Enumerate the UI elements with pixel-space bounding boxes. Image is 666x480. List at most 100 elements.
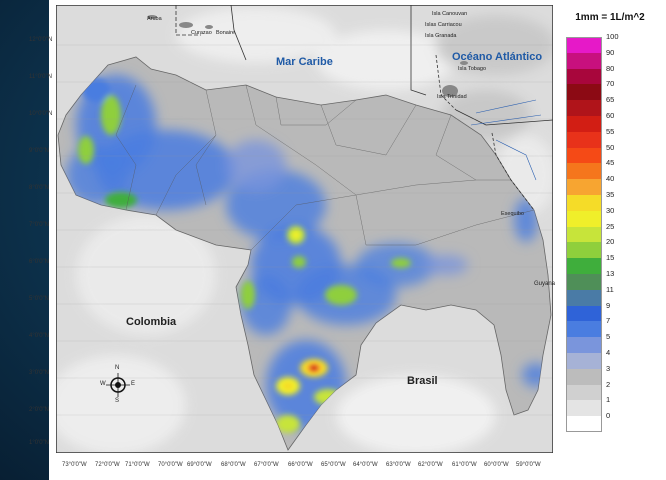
legend-value: 0 (606, 411, 611, 421)
legend-value: 65 (606, 95, 615, 105)
label-isla-canouvan: Isla Canouvan (432, 11, 468, 17)
lon-tick: 66°0'0"W (288, 462, 313, 468)
lon-tick: 59°0'0"W (516, 462, 541, 468)
label-isla-granada: Isla Granada (425, 33, 457, 39)
lon-tick: 65°0'0"W (321, 462, 346, 468)
lat-tick: 11°0'0"N (29, 74, 52, 80)
legend-value: 80 (606, 63, 615, 73)
label-isla-tobago: Isla Tobago (458, 66, 487, 72)
legend-swatch (566, 68, 602, 85)
legend-swatch (566, 147, 602, 164)
label-curazao: Curazao (191, 30, 212, 36)
legend-swatch (566, 368, 602, 385)
label-esequibo: Esequibo (501, 211, 524, 217)
legend-value: 25 (606, 221, 615, 231)
lon-tick: 67°0'0"W (254, 462, 279, 468)
label-isla-trinidad: Isla Trinidad (437, 94, 467, 100)
legend-swatch (566, 52, 602, 69)
legend-swatch (566, 100, 602, 116)
legend-swatch (566, 416, 602, 432)
lon-tick: 69°0'0"W (187, 462, 212, 468)
legend-value: 4 (606, 347, 611, 357)
legend-swatch (566, 242, 602, 259)
legend-value: 20 (606, 237, 615, 247)
label-islas-carriacou: Islas Carriacou (425, 22, 462, 28)
legend-swatch (566, 115, 602, 132)
lat-tick: 5°0'0"N (29, 296, 50, 302)
legend-row: 3 (566, 364, 656, 385)
lat-tick: 2°0'0"N (29, 407, 50, 413)
legend-value: 50 (606, 142, 615, 152)
legend-swatch (566, 84, 602, 101)
lat-tick: 6°0'0"N (29, 259, 50, 265)
legend-row: 2 (566, 380, 656, 401)
legend-value: 1 (606, 395, 611, 405)
lon-tick: 71°0'0"W (125, 462, 150, 468)
legend-swatch (566, 400, 602, 417)
legend-row: 0 (566, 411, 656, 432)
lat-tick: 4°0'0"N (29, 333, 50, 339)
legend-value: 60 (606, 110, 615, 120)
compass-e: E (131, 381, 136, 387)
legend-row: 7 (566, 316, 656, 338)
legend-swatch (566, 226, 602, 243)
legend-value: 3 (606, 363, 611, 373)
legend-swatch (566, 258, 602, 274)
lat-tick: 8°0'0"N (29, 185, 50, 191)
legend-value: 2 (606, 379, 611, 389)
legend-swatch (566, 273, 602, 290)
legend-swatch (566, 337, 602, 353)
lon-tick: 60°0'0"W (484, 462, 509, 468)
label-brasil: Brasil (407, 375, 438, 387)
legend-swatch (566, 321, 602, 338)
legend-swatch (566, 179, 602, 195)
legend-value: 40 (606, 174, 615, 184)
compass-s: S (115, 398, 120, 404)
lon-tick: 61°0'0"W (452, 462, 477, 468)
legend-swatch (566, 37, 602, 53)
precipitation-legend: 100 90 80 70 65 60 55 50 45 40 35 30 25 20 15 13 11 9 7 5 4 3… (566, 32, 656, 432)
lon-tick: 64°0'0"W (353, 462, 378, 468)
legend-value: 30 (606, 205, 615, 215)
legend-value: 9 (606, 300, 611, 310)
label-mar-caribe: Mar Caribe (276, 56, 333, 68)
legend-value: 7 (606, 316, 611, 326)
legend-value: 100 (606, 32, 619, 41)
legend-value: 45 (606, 158, 615, 168)
legend-swatch (566, 305, 602, 322)
compass-n: N (115, 365, 120, 371)
lat-tick: 9°0'0"N (29, 148, 50, 154)
label-colombia: Colombia (126, 316, 177, 328)
legend-swatch (566, 163, 602, 180)
legend-row: 5 (566, 332, 656, 353)
legend-value: 70 (606, 79, 615, 89)
lon-tick: 70°0'0"W (158, 462, 183, 468)
legend-swatch (566, 210, 602, 227)
legend-title: 1mm = 1L/m^2 (575, 12, 645, 23)
legend-value: 90 (606, 47, 615, 57)
legend-value: 5 (606, 332, 611, 342)
lat-tick: 3°0'0"N (29, 370, 50, 376)
legend-value: 55 (606, 126, 615, 136)
lon-tick: 72°0'0"W (95, 462, 120, 468)
lat-tick: 10°0'0"N (29, 111, 53, 117)
legend-value: 13 (606, 268, 615, 278)
legend-swatch (566, 352, 602, 369)
legend-value: 15 (606, 253, 615, 263)
label-aruba: Aruba (147, 16, 162, 22)
lat-tick: 12°0'0"N (29, 37, 53, 43)
legend-value: 11 (606, 284, 614, 294)
legend-swatch (566, 131, 602, 148)
lat-tick: 1°0'0"N (29, 440, 50, 446)
legend-swatch (566, 384, 602, 401)
legend-row: 11 (566, 285, 656, 306)
label-guyana: Guyana (534, 281, 556, 287)
legend-value: 35 (606, 189, 615, 199)
legend-row: 4 (566, 348, 656, 369)
lon-tick: 73°0'0"W (62, 462, 87, 468)
lon-tick: 63°0'0"W (386, 462, 411, 468)
lat-tick: 7°0'0"N (29, 222, 50, 228)
label-oceano-atlantico: Océano Atlántico (452, 51, 543, 63)
lon-tick: 68°0'0"W (221, 462, 246, 468)
label-bonaire: Bonaire (216, 30, 235, 36)
